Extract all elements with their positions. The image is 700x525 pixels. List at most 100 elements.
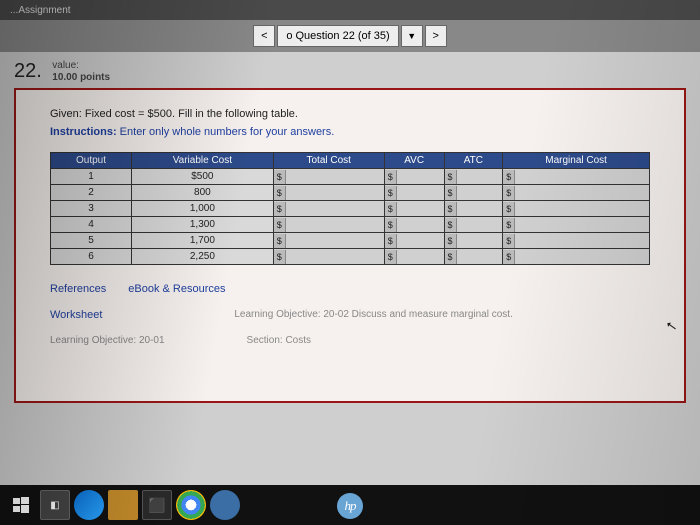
cell-total-input[interactable]: $	[273, 185, 384, 201]
cell-total-input[interactable]: $	[273, 249, 384, 265]
answer-field[interactable]	[515, 170, 647, 184]
dollar-icon: $	[385, 250, 397, 264]
content-area: 22. value: 10.00 points Given: Fixed cos…	[0, 52, 700, 485]
question-box: Given: Fixed cost = $500. Fill in the fo…	[14, 88, 686, 403]
cell-total-input[interactable]: $	[273, 201, 384, 217]
answer-field[interactable]	[515, 250, 647, 264]
cell-marginal-input[interactable]: $	[503, 249, 650, 265]
cell-avc-input[interactable]: $	[384, 201, 444, 217]
chrome-icon[interactable]	[176, 490, 206, 520]
references-link[interactable]: References	[50, 283, 106, 295]
dollar-icon: $	[274, 186, 286, 200]
answer-field[interactable]	[457, 250, 501, 264]
dollar-icon: $	[445, 186, 457, 200]
answer-field[interactable]	[457, 186, 501, 200]
cell-variable-cost: 1,700	[132, 233, 274, 249]
answer-field[interactable]	[457, 218, 501, 232]
section-label: Section: Costs	[247, 335, 311, 347]
answer-field[interactable]	[397, 234, 442, 248]
store-icon[interactable]: ⬛	[142, 490, 172, 520]
table-wrapper: Output Variable Cost Total Cost AVC ATC …	[50, 152, 650, 265]
cell-atc-input[interactable]: $	[444, 185, 503, 201]
answer-field[interactable]	[397, 202, 442, 216]
dollar-icon: $	[274, 202, 286, 216]
answer-field[interactable]	[457, 234, 501, 248]
next-question-button[interactable]: >	[425, 25, 447, 47]
answer-field[interactable]	[286, 170, 382, 184]
answer-field[interactable]	[515, 234, 647, 248]
cell-avc-input[interactable]: $	[384, 249, 444, 265]
cell-output: 3	[51, 201, 132, 217]
cell-marginal-input[interactable]: $	[503, 233, 650, 249]
answer-field[interactable]	[515, 186, 647, 200]
answer-field[interactable]	[286, 202, 382, 216]
cell-avc-input[interactable]: $	[384, 217, 444, 233]
cell-avc-input[interactable]: $	[384, 169, 444, 185]
worksheet-link[interactable]: Worksheet	[50, 309, 102, 321]
start-button[interactable]	[6, 490, 36, 520]
question-indicator: o Question 22 (of 35)	[277, 25, 398, 47]
cell-variable-cost: 800	[132, 185, 274, 201]
given-text: Given: Fixed cost = $500. Fill in the fo…	[50, 108, 650, 120]
dollar-icon: $	[385, 186, 397, 200]
cell-output: 1	[51, 169, 132, 185]
table-row: 41,300$$$$	[51, 217, 650, 233]
dollar-icon: $	[503, 170, 515, 184]
answer-field[interactable]	[286, 250, 382, 264]
dollar-icon: $	[445, 218, 457, 232]
cell-output: 6	[51, 249, 132, 265]
dollar-icon: $	[274, 170, 286, 184]
file-explorer-icon[interactable]	[108, 490, 138, 520]
task-view-button[interactable]: ◧	[40, 490, 70, 520]
cell-total-input[interactable]: $	[273, 169, 384, 185]
cell-marginal-input[interactable]: $	[503, 201, 650, 217]
col-variable: Variable Cost	[132, 153, 274, 169]
question-dropdown-button[interactable]: ▼	[401, 25, 423, 47]
table-row: 51,700$$$$	[51, 233, 650, 249]
answer-field[interactable]	[286, 218, 382, 232]
question-nav-bar: < o Question 22 (of 35) ▼ >	[0, 20, 700, 52]
answer-field[interactable]	[515, 202, 647, 216]
cell-variable-cost: $500	[132, 169, 274, 185]
resource-links: References eBook & Resources Worksheet L…	[50, 283, 650, 347]
answer-field[interactable]	[286, 234, 382, 248]
cost-table: Output Variable Cost Total Cost AVC ATC …	[50, 152, 650, 265]
table-row: 1$500$$$$	[51, 169, 650, 185]
browser-title: ...Assignment	[10, 5, 71, 16]
answer-field[interactable]	[397, 218, 442, 232]
answer-field[interactable]	[457, 170, 501, 184]
dollar-icon: $	[385, 234, 397, 248]
dollar-icon: $	[503, 250, 515, 264]
table-row: 31,000$$$$	[51, 201, 650, 217]
instructions-line: Instructions: Enter only whole numbers f…	[50, 126, 650, 138]
cell-avc-input[interactable]: $	[384, 233, 444, 249]
cell-atc-input[interactable]: $	[444, 217, 503, 233]
answer-field[interactable]	[397, 170, 442, 184]
instructions-prefix: Instructions:	[50, 126, 117, 138]
cell-marginal-input[interactable]: $	[503, 185, 650, 201]
cell-variable-cost: 1,000	[132, 201, 274, 217]
col-total: Total Cost	[273, 153, 384, 169]
cell-total-input[interactable]: $	[273, 217, 384, 233]
dollar-icon: $	[445, 250, 457, 264]
app-icon[interactable]	[210, 490, 240, 520]
answer-field[interactable]	[457, 202, 501, 216]
cell-avc-input[interactable]: $	[384, 185, 444, 201]
dollar-icon: $	[503, 186, 515, 200]
answer-field[interactable]	[515, 218, 647, 232]
cell-atc-input[interactable]: $	[444, 249, 503, 265]
answer-field[interactable]	[286, 186, 382, 200]
cell-atc-input[interactable]: $	[444, 169, 503, 185]
edge-icon[interactable]	[74, 490, 104, 520]
cell-atc-input[interactable]: $	[444, 201, 503, 217]
prev-question-button[interactable]: <	[253, 25, 275, 47]
learning-objective-b: Learning Objective: 20-01	[50, 335, 165, 347]
answer-field[interactable]	[397, 186, 442, 200]
cell-marginal-input[interactable]: $	[503, 169, 650, 185]
col-marginal: Marginal Cost	[503, 153, 650, 169]
cell-marginal-input[interactable]: $	[503, 217, 650, 233]
cell-total-input[interactable]: $	[273, 233, 384, 249]
cell-atc-input[interactable]: $	[444, 233, 503, 249]
ebook-link[interactable]: eBook & Resources	[128, 283, 225, 295]
answer-field[interactable]	[397, 250, 442, 264]
